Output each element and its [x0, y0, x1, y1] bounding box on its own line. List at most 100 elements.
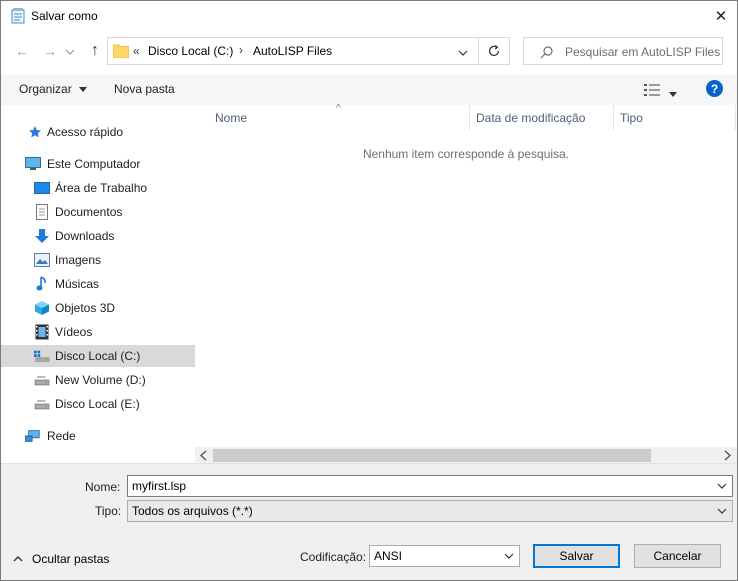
- downloads-icon: [34, 228, 50, 244]
- address-dropdown-button[interactable]: [458, 47, 468, 57]
- view-options-button[interactable]: [644, 83, 660, 97]
- file-type-value: Todos os arquivos (*.*): [132, 504, 253, 518]
- save-as-dialog: Salvar como ✕ ← → ↑ « Disco Local (C:) ›…: [0, 0, 738, 581]
- sidebar-item-3d-objects[interactable]: Objetos 3D: [1, 297, 195, 319]
- search-box[interactable]: Pesquisar em AutoLISP Files: [523, 37, 723, 65]
- sidebar-item-desktop[interactable]: Área de Trabalho: [1, 177, 195, 199]
- help-icon: ?: [710, 81, 719, 96]
- address-overflow[interactable]: «: [133, 44, 140, 58]
- file-name-input[interactable]: myfirst.lsp: [127, 475, 733, 497]
- drive-icon: [34, 396, 50, 412]
- scroll-right-button[interactable]: [722, 450, 732, 461]
- chevron-left-icon: [199, 450, 207, 461]
- encoding-select[interactable]: ANSI: [369, 545, 520, 567]
- pictures-icon: [34, 252, 50, 268]
- chevron-down-icon: [65, 49, 75, 55]
- help-button[interactable]: ?: [706, 80, 723, 97]
- scroll-left-button[interactable]: [199, 450, 209, 461]
- file-type-select[interactable]: Todos os arquivos (*.*): [127, 500, 733, 522]
- navigation-pane: Acesso rápido Este Computador Área de Tr…: [1, 105, 195, 461]
- close-button[interactable]: ✕: [704, 4, 737, 28]
- details-view-icon: [644, 84, 660, 96]
- empty-message: Nenhum item corresponde à pesquisa.: [362, 147, 570, 161]
- file-list: ^ Nome Data de modificação Tipo Nenhum i…: [195, 103, 737, 464]
- sidebar-item-downloads[interactable]: Downloads: [1, 225, 195, 247]
- refresh-icon: [488, 45, 500, 57]
- refresh-button[interactable]: [479, 37, 510, 65]
- network-icon: [25, 428, 41, 444]
- sidebar-item-label: Este Computador: [47, 157, 141, 171]
- videos-icon: [34, 324, 50, 340]
- drive-c-icon: [34, 348, 50, 364]
- music-icon: [34, 276, 50, 292]
- sidebar-item-documents[interactable]: Documentos: [1, 201, 195, 223]
- column-divider[interactable]: [735, 105, 736, 130]
- save-button[interactable]: Salvar: [533, 544, 620, 568]
- sidebar-item-label: New Volume (D:): [55, 373, 146, 387]
- sidebar-item-label: Objetos 3D: [55, 301, 116, 315]
- caret-down-icon: [669, 92, 677, 97]
- sidebar-item-music[interactable]: Músicas: [1, 273, 195, 295]
- scrollbar-thumb[interactable]: [213, 449, 651, 462]
- recent-locations-button[interactable]: [65, 46, 75, 56]
- cancel-button[interactable]: Cancelar: [634, 544, 721, 568]
- forward-button[interactable]: →: [39, 40, 61, 62]
- sidebar-item-label: Disco Local (E:): [55, 397, 140, 411]
- sidebar-item-label: Vídeos: [55, 325, 93, 339]
- sidebar-item-network[interactable]: Rede: [1, 425, 195, 447]
- sidebar-item-new-volume-d[interactable]: New Volume (D:): [1, 369, 195, 391]
- sidebar-item-pictures[interactable]: Imagens: [1, 249, 195, 271]
- sidebar-item-label: Músicas: [55, 277, 100, 291]
- breadcrumb-autolisp-files[interactable]: AutoLISP Files: [253, 44, 332, 58]
- view-options-dropdown[interactable]: [669, 87, 677, 97]
- encoding-value: ANSI: [374, 549, 403, 563]
- sidebar-item-label: Imagens: [55, 253, 102, 267]
- sidebar-item-label: Disco Local (C:): [55, 349, 141, 363]
- breadcrumb-disco-c[interactable]: Disco Local (C:): [148, 44, 233, 58]
- drive-icon: [34, 372, 50, 388]
- computer-icon: [25, 156, 41, 172]
- chevron-down-icon: [717, 483, 727, 489]
- chevron-down-icon: [458, 50, 468, 56]
- arrow-up-icon: ↑: [91, 42, 99, 59]
- sidebar-item-quick-access[interactable]: Acesso rápido: [1, 121, 195, 143]
- column-divider[interactable]: [613, 105, 614, 130]
- new-folder-button[interactable]: Nova pasta: [114, 82, 175, 96]
- 3d-objects-icon: [34, 300, 50, 316]
- sidebar-item-disco-local-e[interactable]: Disco Local (E:): [1, 393, 195, 415]
- horizontal-scrollbar[interactable]: [195, 447, 737, 464]
- chevron-down-icon: [717, 508, 727, 514]
- file-type-label: Tipo:: [95, 504, 122, 518]
- sidebar-item-videos[interactable]: Vídeos: [1, 321, 195, 343]
- chevron-right-icon: [724, 450, 732, 461]
- column-header-name[interactable]: Nome: [215, 105, 465, 130]
- window-title: Salvar como: [31, 9, 98, 23]
- notepad-icon: [11, 8, 25, 24]
- sidebar-item-this-pc[interactable]: Este Computador: [1, 153, 195, 175]
- up-button[interactable]: ↑: [84, 40, 106, 62]
- organize-label: Organizar: [19, 82, 72, 96]
- sidebar-item-label: Downloads: [55, 229, 115, 243]
- sidebar-item-label: Rede: [47, 429, 76, 443]
- file-name-value: myfirst.lsp: [132, 479, 186, 493]
- column-header-date-modified[interactable]: Data de modificação: [476, 105, 611, 130]
- column-divider[interactable]: [469, 105, 470, 130]
- arrow-left-icon: ←: [15, 43, 29, 59]
- file-name-label: Nome:: [85, 480, 121, 494]
- sidebar-item-label: Área de Trabalho: [55, 181, 148, 195]
- hide-folders-button[interactable]: Ocultar pastas: [13, 552, 109, 566]
- documents-icon: [34, 204, 50, 220]
- arrow-right-icon: →: [43, 43, 57, 59]
- back-button[interactable]: ←: [11, 40, 33, 62]
- search-icon: [540, 45, 554, 59]
- search-input[interactable]: Pesquisar em AutoLISP Files: [565, 45, 720, 59]
- sidebar-item-disco-local-c[interactable]: Disco Local (C:): [1, 345, 195, 367]
- desktop-icon: [34, 180, 50, 196]
- address-bar[interactable]: « Disco Local (C:) › AutoLISP Files: [107, 37, 479, 65]
- organize-button[interactable]: Organizar: [19, 82, 88, 96]
- column-header-type[interactable]: Tipo: [620, 105, 720, 130]
- chevron-down-icon: [504, 553, 514, 559]
- star-icon: [27, 124, 43, 140]
- caret-down-icon: [79, 86, 88, 92]
- sidebar-item-label: Documentos: [55, 205, 123, 219]
